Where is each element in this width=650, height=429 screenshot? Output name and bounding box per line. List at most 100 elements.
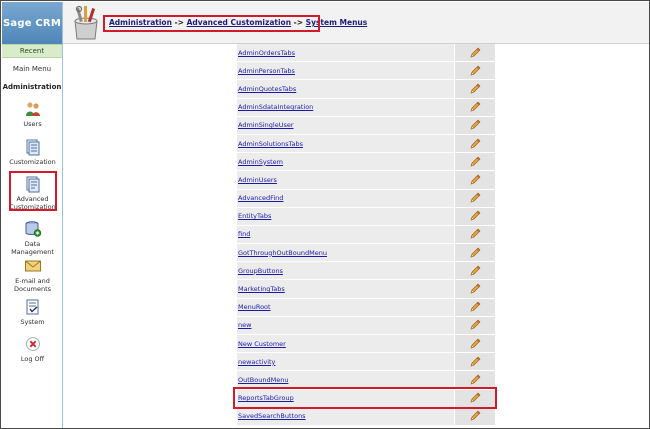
pencil-edit-icon[interactable]	[469, 356, 481, 368]
menu-name-cell: AdminUsers	[237, 171, 455, 189]
pencil-edit-icon[interactable]	[469, 338, 481, 350]
menu-link[interactable]: AdminSystem	[238, 158, 283, 166]
email-documents-icon	[24, 260, 41, 272]
pencil-edit-icon[interactable]	[469, 174, 481, 186]
menu-link[interactable]: MarketingTabs	[238, 285, 285, 293]
main-menu-link[interactable]: Main Menu	[2, 58, 62, 80]
pencil-edit-icon[interactable]	[469, 138, 481, 150]
menu-link[interactable]: AdminQuotesTabs	[238, 85, 296, 93]
menu-link[interactable]: AdminUsers	[238, 176, 277, 184]
pencil-edit-icon[interactable]	[469, 192, 481, 204]
pencil-edit-icon[interactable]	[469, 301, 481, 313]
menu-link[interactable]: new	[238, 321, 251, 329]
table-row: MenuRoot	[237, 298, 495, 317]
pencil-edit-icon[interactable]	[469, 410, 481, 422]
menu-name-cell: find	[237, 225, 455, 244]
system-menus-list: AdminOrdersTabs AdminPersonTabs AdminQuote…	[237, 44, 495, 426]
highlight-box-breadcrumb	[103, 15, 320, 32]
table-row: SavedSearchButtons	[237, 407, 495, 426]
menu-link[interactable]: find	[238, 230, 250, 238]
menu-link[interactable]: GotThroughOutBoundMenu	[238, 249, 327, 257]
edit-cell	[455, 207, 495, 225]
pencil-edit-icon[interactable]	[469, 283, 481, 295]
sidebar-item-users[interactable]: Users	[2, 100, 63, 128]
menu-link[interactable]: MenuRoot	[238, 303, 271, 311]
menu-link[interactable]: AdminPersonTabs	[238, 67, 295, 75]
edit-cell	[455, 298, 495, 316]
sidebar-item-customization[interactable]: Customization	[2, 138, 63, 166]
pencil-edit-icon[interactable]	[469, 319, 481, 331]
pencil-edit-icon[interactable]	[469, 247, 481, 259]
recent-tab[interactable]: Recent	[2, 44, 62, 58]
menu-link[interactable]: GroupButtons	[238, 267, 283, 275]
pencil-edit-icon[interactable]	[469, 374, 481, 386]
sidebar-item-label: Customization	[9, 158, 56, 166]
menu-name-cell: AdvancedFind	[237, 189, 455, 207]
menu-name-cell: SavedSearchButtons	[237, 407, 455, 425]
menu-link[interactable]: AdminSolutionsTabs	[238, 140, 303, 148]
edit-cell	[455, 80, 495, 98]
pencil-edit-icon[interactable]	[469, 265, 481, 277]
table-row: AdminQuotesTabs	[237, 80, 495, 99]
pencil-edit-icon[interactable]	[469, 47, 481, 59]
table-row: EntityTabs	[237, 207, 495, 226]
sidebar-item-email-documents[interactable]: E-mail and Documents	[2, 257, 63, 293]
menu-link[interactable]: OutBoundMenu	[238, 376, 288, 384]
menu-link[interactable]: New Customer	[238, 340, 286, 348]
edit-cell	[455, 171, 495, 189]
menu-name-cell: GotThroughOutBoundMenu	[237, 244, 455, 262]
edit-cell	[455, 407, 495, 425]
sidebar-item-label: System	[20, 318, 45, 326]
menu-name-cell: New Customer	[237, 335, 455, 353]
edit-cell	[455, 244, 495, 262]
menu-name-cell: AdminPersonTabs	[237, 62, 455, 80]
table-row: AdminSingleUser	[237, 116, 495, 135]
sidebar-item-data-management[interactable]: Data Management	[2, 220, 63, 256]
menu-link[interactable]: AdminSdataIntegration	[238, 103, 313, 111]
menu-name-cell: MarketingTabs	[237, 280, 455, 298]
menu-link[interactable]: AdminSingleUser	[238, 121, 294, 129]
menu-name-cell: MenuRoot	[237, 298, 455, 316]
pencil-edit-icon[interactable]	[469, 119, 481, 131]
edit-cell	[455, 316, 495, 334]
pencil-edit-icon[interactable]	[469, 101, 481, 113]
menu-name-cell: GroupButtons	[237, 262, 455, 280]
table-row: GotThroughOutBoundMenu	[237, 244, 495, 263]
sidebar-item-log-off[interactable]: Log Off	[2, 335, 63, 363]
menu-name-cell: new	[237, 316, 455, 334]
system-icon	[26, 299, 38, 315]
sidebar-item-system[interactable]: System	[2, 298, 63, 326]
edit-cell	[455, 225, 495, 244]
table-row: AdminUsers	[237, 171, 495, 190]
edit-cell	[455, 44, 495, 62]
table-row: AdvancedFind	[237, 189, 495, 208]
edit-cell	[455, 98, 495, 116]
menu-name-cell: AdminOrdersTabs	[237, 44, 455, 62]
pencil-edit-icon[interactable]	[469, 156, 481, 168]
menu-link[interactable]: newactivity	[238, 358, 275, 366]
sidebar-item-label: E-mail and Documents	[13, 277, 52, 293]
menu-link[interactable]: SavedSearchButtons	[238, 412, 306, 420]
tools-icon	[74, 5, 98, 40]
brand-logo: Sage CRM	[2, 2, 62, 44]
menu-link[interactable]: EntityTabs	[238, 212, 271, 220]
pencil-edit-icon[interactable]	[469, 65, 481, 77]
menu-link[interactable]: AdminOrdersTabs	[238, 49, 295, 57]
sidebar-item-label: Log Off	[20, 355, 45, 363]
edit-cell	[455, 153, 495, 171]
data-management-icon	[25, 221, 41, 237]
edit-cell	[455, 189, 495, 207]
edit-cell	[455, 134, 495, 153]
sidebar-item-label: Users	[23, 120, 42, 128]
table-row: MarketingTabs	[237, 280, 495, 299]
menu-link[interactable]: AdvancedFind	[238, 194, 283, 202]
sidebar: Sage CRM Recent Main Menu Administration…	[2, 2, 63, 428]
pencil-edit-icon[interactable]	[469, 228, 481, 240]
section-title: Administration	[2, 83, 62, 91]
menu-name-cell: AdminQuotesTabs	[237, 80, 455, 98]
pencil-edit-icon[interactable]	[469, 83, 481, 95]
table-row: AdminSdataIntegration	[237, 98, 495, 117]
table-row: AdminSolutionsTabs	[237, 134, 495, 154]
pencil-edit-icon[interactable]	[469, 210, 481, 222]
table-row: AdminOrdersTabs	[237, 44, 495, 63]
